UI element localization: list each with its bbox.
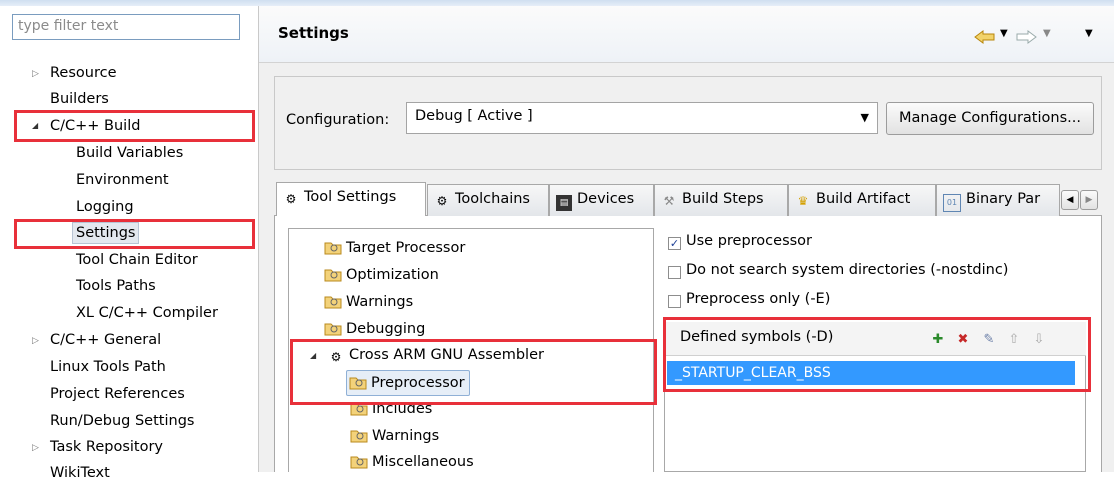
tree-item-run-debug-settings[interactable]: Run/Debug Settings bbox=[50, 410, 194, 432]
configuration-select[interactable]: Debug [ Active ] ▼ bbox=[406, 102, 878, 134]
tab-label: Toolchains bbox=[455, 191, 530, 207]
configuration-value: Debug [ Active ] bbox=[415, 108, 533, 124]
folder-gear-icon bbox=[324, 242, 342, 255]
tree-item-tools-paths[interactable]: Tools Paths bbox=[76, 275, 156, 297]
tree-item-resource[interactable]: Resource bbox=[50, 62, 117, 84]
tab-label: Build Artifact bbox=[816, 191, 911, 207]
option-label: Do not search system directories (-nostd… bbox=[686, 262, 1009, 278]
forward-arrow-icon[interactable] bbox=[1015, 30, 1037, 44]
configuration-label: Configuration: bbox=[286, 112, 390, 128]
tab-label: Binary Par bbox=[966, 191, 1041, 207]
tree-item-cpp-general[interactable]: C/C++ General bbox=[50, 329, 161, 351]
expand-arrow-icon[interactable]: ▷ bbox=[32, 69, 39, 79]
chevron-down-icon[interactable]: ▼ bbox=[1043, 28, 1051, 39]
tab-devices[interactable]: ▤ Devices bbox=[549, 184, 654, 216]
option-label: Use preprocessor bbox=[686, 233, 813, 249]
chip-icon: ▤ bbox=[556, 195, 572, 211]
folder-gear-icon bbox=[324, 269, 342, 282]
view-menu-icon[interactable]: ▼ bbox=[1085, 28, 1093, 39]
tab-binary-parsers[interactable]: 01 Binary Par bbox=[936, 184, 1060, 216]
expand-arrow-icon[interactable]: ▷ bbox=[32, 443, 39, 453]
tree-item-wikitext[interactable]: WikiText bbox=[50, 462, 110, 484]
binary-icon: 01 bbox=[943, 194, 961, 212]
expand-arrow-icon[interactable]: ▷ bbox=[32, 336, 39, 346]
folder-gear-icon bbox=[350, 430, 368, 443]
tool-item-debugging[interactable]: Debugging bbox=[324, 318, 425, 340]
tab-label: Tool Settings bbox=[304, 189, 397, 205]
tab-scroll-left-button[interactable]: ◀ bbox=[1061, 190, 1079, 210]
tab-toolchains[interactable]: ⚙ Toolchains bbox=[427, 184, 549, 216]
folder-gear-icon bbox=[350, 456, 368, 469]
tree-item-xl-compiler[interactable]: XL C/C++ Compiler bbox=[76, 302, 218, 324]
tab-scroll-right-button[interactable]: ▶ bbox=[1080, 190, 1098, 210]
highlight-box bbox=[290, 339, 657, 405]
chevron-down-icon: ▼ bbox=[860, 111, 869, 124]
preprocess-only-checkbox[interactable] bbox=[668, 295, 681, 308]
tool-item-target-processor[interactable]: Target Processor bbox=[324, 237, 465, 259]
tree-item-builders[interactable]: Builders bbox=[50, 88, 109, 110]
tab-label: Devices bbox=[577, 191, 635, 207]
page-title: Settings bbox=[278, 24, 349, 42]
tree-item-project-references[interactable]: Project References bbox=[50, 383, 185, 405]
option-label: Preprocess only (-E) bbox=[686, 291, 831, 307]
tree-item-task-repository[interactable]: Task Repository bbox=[50, 436, 163, 458]
gear-icon: ⚙ bbox=[285, 192, 297, 206]
hammer-icon: ⚒ bbox=[663, 194, 675, 208]
filter-input[interactable]: type filter text bbox=[12, 14, 240, 40]
highlight-box bbox=[14, 219, 255, 249]
highlight-box bbox=[14, 110, 255, 142]
tool-item-warnings[interactable]: Warnings bbox=[350, 425, 439, 447]
tab-label: Build Steps bbox=[682, 191, 764, 207]
tree-item-logging[interactable]: Logging bbox=[76, 196, 134, 218]
tab-build-steps[interactable]: ⚒ Build Steps bbox=[654, 184, 788, 216]
tree-item-build-variables[interactable]: Build Variables bbox=[76, 142, 183, 164]
trophy-icon: ♛ bbox=[797, 194, 809, 208]
tab-tool-settings[interactable]: ⚙ Tool Settings bbox=[276, 182, 426, 216]
tree-item-tool-chain-editor[interactable]: Tool Chain Editor bbox=[76, 249, 198, 271]
use-preprocessor-checkbox[interactable]: ✓ bbox=[668, 237, 681, 250]
tab-build-artifact[interactable]: ♛ Build Artifact bbox=[788, 184, 936, 216]
folder-gear-icon bbox=[324, 296, 342, 309]
gear-icon: ⚙ bbox=[436, 194, 448, 208]
tool-item-optimization[interactable]: Optimization bbox=[324, 264, 439, 286]
chevron-down-icon[interactable]: ▼ bbox=[1000, 28, 1008, 39]
tool-item-warnings[interactable]: Warnings bbox=[324, 291, 413, 313]
folder-gear-icon bbox=[324, 323, 342, 336]
tree-item-environment[interactable]: Environment bbox=[76, 169, 169, 191]
highlight-box bbox=[663, 317, 1091, 392]
manage-configurations-button[interactable]: Manage Configurations... bbox=[886, 102, 1094, 135]
back-arrow-icon[interactable] bbox=[974, 30, 996, 44]
tree-item-linux-tools-path[interactable]: Linux Tools Path bbox=[50, 356, 166, 378]
tool-item-miscellaneous[interactable]: Miscellaneous bbox=[350, 451, 474, 473]
nostdinc-checkbox[interactable] bbox=[668, 266, 681, 279]
